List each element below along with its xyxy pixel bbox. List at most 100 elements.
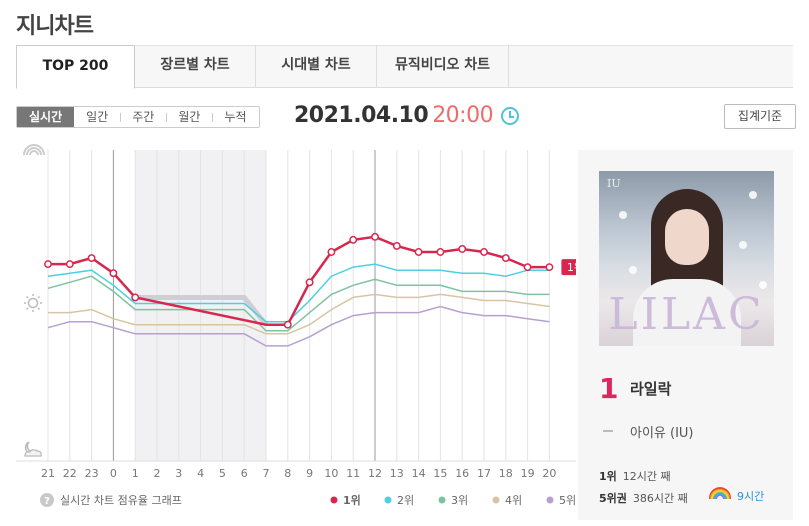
data-point[interactable] [44, 260, 52, 269]
data-point[interactable] [545, 263, 554, 272]
stat-first-place: 1위 12시간 째 [599, 468, 671, 484]
x-tick-label: 16 [455, 467, 469, 480]
legend-item[interactable]: 2위 [384, 494, 415, 507]
period-realtime[interactable]: 실시간 [17, 107, 75, 127]
album-art-face [665, 209, 709, 265]
x-tick-label: 21 [41, 467, 55, 480]
data-point[interactable] [392, 241, 401, 250]
chart-note-text: 실시간 차트 점유율 그래프 [60, 494, 182, 507]
chart-grid [16, 150, 576, 462]
legend-item[interactable]: 1위 [330, 494, 361, 507]
data-point[interactable] [65, 260, 74, 269]
svg-text:?: ? [44, 496, 50, 507]
rainbow-hours: 9시간 [737, 490, 765, 503]
period-selector: 실시간 일간 주간 월간 누적 [16, 106, 260, 128]
tab-genre[interactable]: 장르별 차트 [135, 45, 256, 88]
clock-icon[interactable] [501, 107, 519, 125]
current-rank-label: 1위 [567, 261, 576, 274]
tab-top200[interactable]: TOP 200 [16, 45, 135, 89]
x-tick-label: 2 [154, 467, 161, 480]
x-tick-label: 12 [368, 467, 382, 480]
x-tick-label: 1 [132, 467, 139, 480]
data-point[interactable] [327, 248, 336, 256]
tab-music-video[interactable]: 뮤직비디오 차트 [377, 45, 509, 88]
x-axis-ticks: 21 22 23 0 1 2 3 4 5 6 7 8 9 10 11 12 13 14 15 16 17 18 19 20 [41, 467, 556, 480]
chart-series: 1위 [44, 232, 576, 347]
series-line [47, 305, 550, 347]
sun-icon [24, 294, 42, 312]
stat-label: 1위 [599, 470, 617, 483]
x-tick-label: 9 [306, 467, 313, 480]
data-point[interactable] [523, 263, 532, 272]
song-rank: 1 [599, 372, 619, 405]
legend-label: 4위 [505, 494, 522, 507]
chart-legend: 1위 2위 3위 4위 5위 [330, 494, 577, 507]
data-point[interactable] [458, 245, 467, 253]
x-tick-label: 22 [63, 467, 77, 480]
legend-label: 1위 [343, 494, 361, 507]
x-tick-label: 4 [197, 467, 204, 480]
song-artist[interactable]: 아이유 (IU) [630, 422, 694, 441]
album-art-flower [619, 211, 627, 219]
x-tick-label: 18 [499, 467, 513, 480]
legend-label: 2위 [397, 494, 414, 507]
data-point[interactable] [283, 320, 292, 329]
legend-item[interactable]: 4위 [492, 494, 523, 507]
chart-tabs: TOP 200 장르별 차트 시대별 차트 뮤직비디오 차트 [16, 45, 793, 89]
legend-marker [492, 496, 500, 504]
data-point[interactable] [109, 269, 118, 278]
legend-label: 5위 [559, 494, 576, 507]
album-art-flower [759, 281, 767, 289]
period-weekly[interactable]: 주간 [120, 107, 166, 127]
legend-item[interactable]: 3위 [438, 494, 469, 507]
x-tick-label: 20 [542, 467, 556, 480]
data-point[interactable] [501, 254, 510, 263]
x-tick-label: 5 [219, 467, 226, 480]
stat-value: 12시간 째 [622, 470, 671, 483]
data-point[interactable] [131, 293, 140, 302]
x-tick-label: 3 [175, 467, 182, 480]
data-point[interactable] [414, 248, 423, 256]
album-artist-text: IU [607, 177, 621, 190]
legend-label: 3위 [451, 494, 468, 507]
period-monthly[interactable]: 월간 [166, 107, 212, 127]
x-tick-label: 0 [110, 467, 117, 480]
album-art-flower [739, 241, 747, 249]
x-tick-label: 6 [241, 467, 248, 480]
legend-marker [384, 496, 392, 504]
song-title[interactable]: 라일락 [630, 378, 671, 399]
album-cover[interactable]: IU LILAC [599, 171, 774, 346]
app-title: 지니차트 [16, 14, 94, 39]
realtime-share-chart: 1위 2122230123456789101112131415161718192… [16, 144, 577, 507]
aggregation-basis-button[interactable]: 집계기준 [724, 104, 796, 129]
rainbow-icon [23, 144, 45, 156]
album-art-flower [629, 266, 637, 274]
stat-value: 386시간 째 [632, 492, 688, 505]
legend-marker [330, 496, 338, 504]
album-title-text: LILAC [608, 289, 765, 340]
stat-label: 5위권 [599, 492, 627, 505]
chart-date: 2021.04.10 [294, 103, 429, 128]
rank-unchanged-icon [603, 430, 613, 432]
tab-era[interactable]: 시대별 차트 [256, 45, 377, 88]
data-point[interactable] [305, 278, 314, 287]
x-tick-label: 8 [284, 467, 291, 480]
x-tick-label: 10 [324, 467, 338, 480]
stat-top5: 5위권 386시간 째 [599, 490, 688, 506]
data-point[interactable] [480, 248, 488, 256]
night-icon [24, 441, 42, 457]
legend-marker [546, 496, 554, 504]
data-point[interactable] [349, 235, 358, 244]
period-cumulative[interactable]: 누적 [212, 107, 258, 127]
data-point[interactable] [87, 254, 96, 263]
album-art-flower [749, 191, 757, 199]
data-point[interactable] [436, 248, 445, 256]
chart-time: 20:00 [432, 103, 494, 128]
data-point[interactable] [371, 232, 379, 241]
period-daily[interactable]: 일간 [74, 107, 120, 127]
x-tick-label: 19 [521, 467, 535, 480]
x-tick-label: 17 [477, 467, 491, 480]
rainbow-icon [709, 487, 731, 499]
x-tick-label: 7 [263, 467, 270, 480]
legend-item[interactable]: 5위 [546, 494, 577, 507]
